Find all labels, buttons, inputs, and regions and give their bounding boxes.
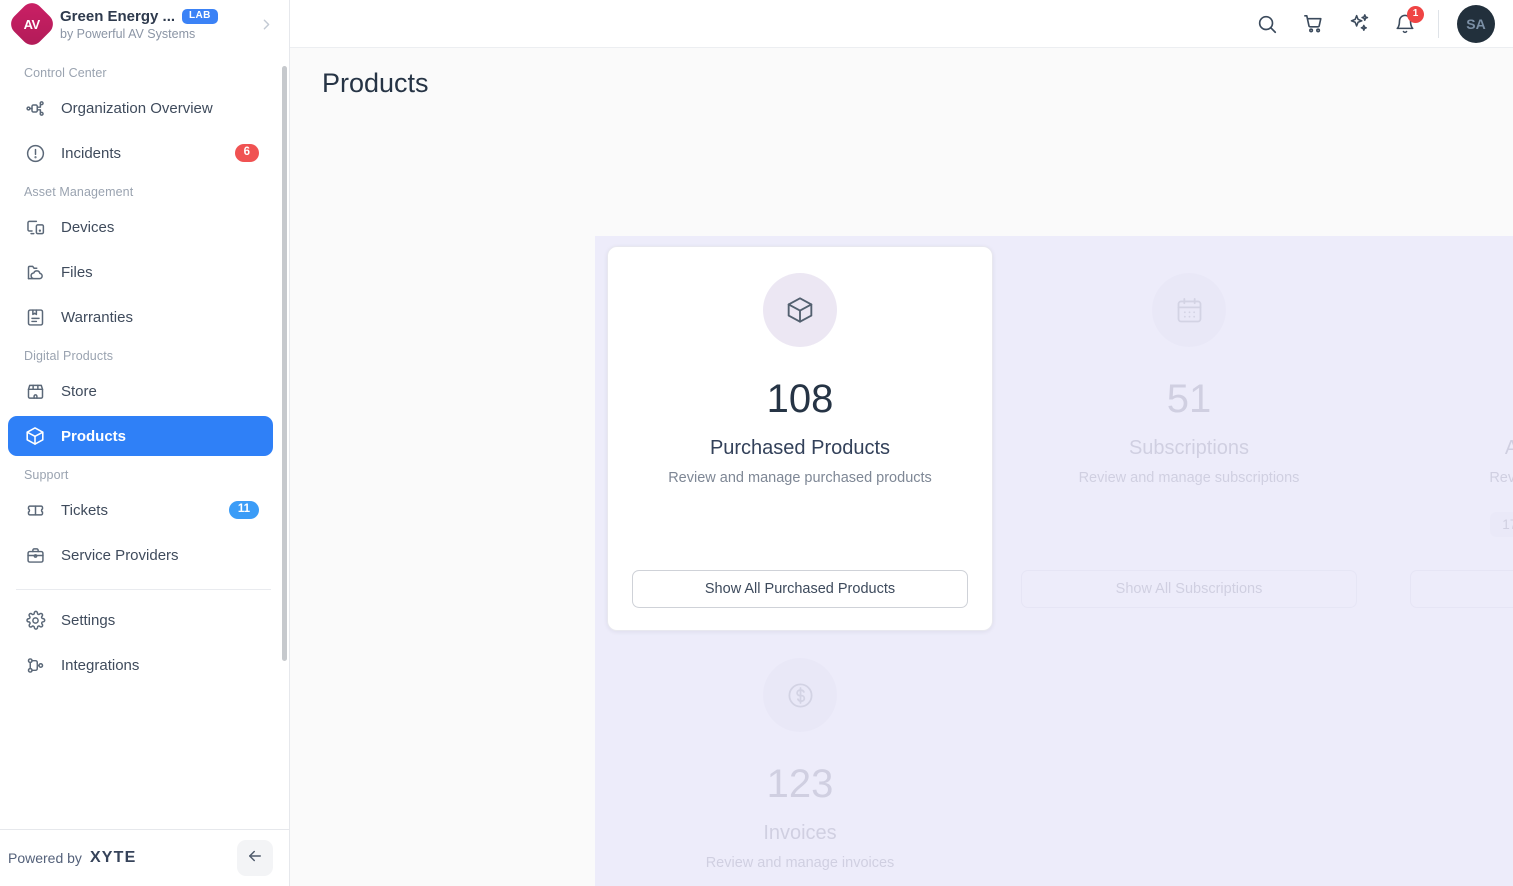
card-title-text: Active Orders — [1504, 437, 1513, 459]
sidebar-item-label: Organization Overview — [61, 99, 213, 117]
alert-circle-icon — [24, 142, 46, 164]
top-bar: 1 SA — [290, 0, 1513, 48]
card-count: 123 — [766, 762, 834, 806]
nav-section-support: Support — [24, 468, 69, 482]
dollar-circle-icon — [763, 658, 837, 732]
card-title: Active Orders — [1505, 437, 1513, 460]
sidebar-item-files[interactable]: Files — [8, 252, 273, 292]
sidebar-scrollbar[interactable] — [282, 66, 287, 661]
content-area: 108 Purchased Products Review and manage… — [290, 118, 1513, 886]
warranty-document-icon — [24, 306, 46, 328]
card-count: 51 — [1166, 377, 1212, 421]
sidebar-collapse-button[interactable] — [237, 840, 273, 876]
card-invoices[interactable]: 123 Invoices Review and manage invoices … — [607, 631, 993, 886]
org-lab-badge: LAB — [182, 8, 218, 24]
show-all-orders-button[interactable]: Show All Orders — [1410, 570, 1513, 608]
sidebar-item-devices[interactable]: Devices — [8, 207, 273, 247]
sidebar-item-label: Integrations — [61, 656, 140, 674]
powered-by: Powered by XYTE — [8, 849, 237, 867]
incidents-count-badge: 6 — [234, 143, 259, 163]
tickets-count-badge: 11 — [228, 500, 259, 520]
org-logo-mark: AV — [23, 16, 41, 32]
sidebar-item-warranties[interactable]: Warranties — [8, 297, 273, 337]
product-cards-grid: 108 Purchased Products Review and manage… — [595, 236, 1513, 886]
sidebar-divider — [16, 589, 271, 590]
devices-icon — [24, 216, 46, 238]
sidebar-item-label: Settings — [61, 611, 116, 629]
main-area: 1 SA Products 108 Purchased Products Rev… — [290, 0, 1513, 886]
card-description: Review and manage purchased products — [668, 470, 932, 486]
integrations-node-icon — [24, 654, 46, 676]
show-all-purchased-products-button[interactable]: Show All Purchased Products — [632, 570, 968, 608]
card-description: Review and manage orders — [1489, 470, 1513, 486]
card-subscriptions[interactable]: 51 Subscriptions Review and manage subsc… — [996, 246, 1382, 631]
sidebar-item-label: Service Providers — [61, 546, 179, 564]
sidebar-item-service-providers[interactable]: Service Providers — [8, 535, 273, 575]
av-diamond-logo: AV — [6, 0, 58, 50]
sidebar-item-label: Store — [61, 382, 97, 400]
card-purchased-products[interactable]: 108 Purchased Products Review and manage… — [607, 246, 993, 631]
topbar-divider — [1438, 9, 1439, 38]
app-root: AV Green Energy ... LAB by Powerful AV S… — [0, 0, 1513, 886]
card-title-text: Subscriptions — [1128, 437, 1250, 459]
org-subtitle: by Powerful AV Systems — [60, 26, 196, 41]
xyte-brand-logo: XYTE — [89, 849, 137, 866]
avatar[interactable]: SA — [1457, 4, 1495, 43]
card-title-text: Invoices — [763, 822, 837, 844]
org-switcher[interactable]: AV Green Energy ... LAB by Powerful AV S… — [0, 0, 289, 50]
sparkles-ai-icon[interactable] — [1346, 11, 1372, 37]
sidebar-item-label: Warranties — [61, 308, 133, 326]
card-title: Subscriptions — [1129, 437, 1249, 460]
sidebar-item-settings[interactable]: Settings — [8, 600, 273, 640]
card-title: Invoices — [763, 822, 836, 845]
bell-icon[interactable]: 1 — [1392, 5, 1424, 37]
sidebar-item-label: Devices — [61, 218, 115, 236]
gear-icon — [24, 609, 46, 631]
sidebar-item-products[interactable]: Products — [8, 416, 273, 456]
card-title-text: Purchased Products — [709, 437, 891, 459]
chevron-right-icon[interactable] — [256, 16, 275, 33]
card-description: Review and manage invoices — [705, 855, 895, 871]
card-active-orders[interactable]: 44 Active Orders Review and manage order… — [1385, 246, 1513, 631]
notification-count-badge: 1 — [1407, 5, 1424, 23]
sidebar-footer: Powered by XYTE — [0, 829, 289, 886]
sidebar-item-label: Tickets — [61, 501, 108, 519]
sidebar-item-incidents[interactable]: Incidents 6 — [8, 133, 273, 173]
sidebar-item-label: Products — [61, 427, 127, 445]
card-title: Purchased Products — [710, 437, 890, 460]
package-box-icon — [24, 425, 46, 447]
calendar-icon — [1152, 273, 1226, 347]
store-icon — [24, 380, 46, 402]
folder-cloud-icon — [24, 261, 46, 283]
ticket-icon — [24, 499, 46, 521]
org-meta: Green Energy ... LAB by Powerful AV Syst… — [60, 8, 246, 41]
search-icon[interactable] — [1254, 11, 1280, 37]
sidebar-item-integrations[interactable]: Integrations — [8, 645, 273, 685]
briefcase-icon — [24, 544, 46, 566]
show-all-subscriptions-button[interactable]: Show All Subscriptions — [1021, 570, 1357, 608]
nav-section-digital-products: Digital Products — [24, 349, 114, 363]
sidebar-item-tickets[interactable]: Tickets 11 — [8, 490, 273, 530]
sidebar-nav: Control Center Organization Overview Inc… — [0, 48, 289, 829]
page-header: Products — [290, 48, 1513, 118]
nav-section-control-center: Control Center — [24, 66, 107, 80]
nav-section-asset-management: Asset Management — [24, 185, 134, 199]
page-title: Products — [322, 67, 429, 98]
card-description: Review and manage subscriptions — [1078, 470, 1300, 486]
powered-by-label: Powered by — [8, 850, 82, 866]
card-count: 108 — [766, 377, 834, 421]
package-box-icon — [763, 273, 837, 347]
sidebar-item-organization-overview[interactable]: Organization Overview — [8, 88, 273, 128]
orders-require-action-badge: 17 Orders Require Action — [1490, 512, 1513, 537]
sidebar-item-label: Files — [61, 263, 93, 281]
cart-icon[interactable] — [1300, 11, 1326, 37]
sidebar-item-store[interactable]: Store — [8, 371, 273, 411]
org-title-row: Green Energy ... LAB — [60, 8, 246, 25]
org-name: Green Energy ... — [60, 7, 176, 25]
arrow-left-icon — [246, 847, 264, 870]
sidebar: AV Green Energy ... LAB by Powerful AV S… — [0, 0, 290, 886]
sidebar-item-label: Incidents — [61, 144, 122, 162]
org-chart-icon — [24, 97, 46, 119]
